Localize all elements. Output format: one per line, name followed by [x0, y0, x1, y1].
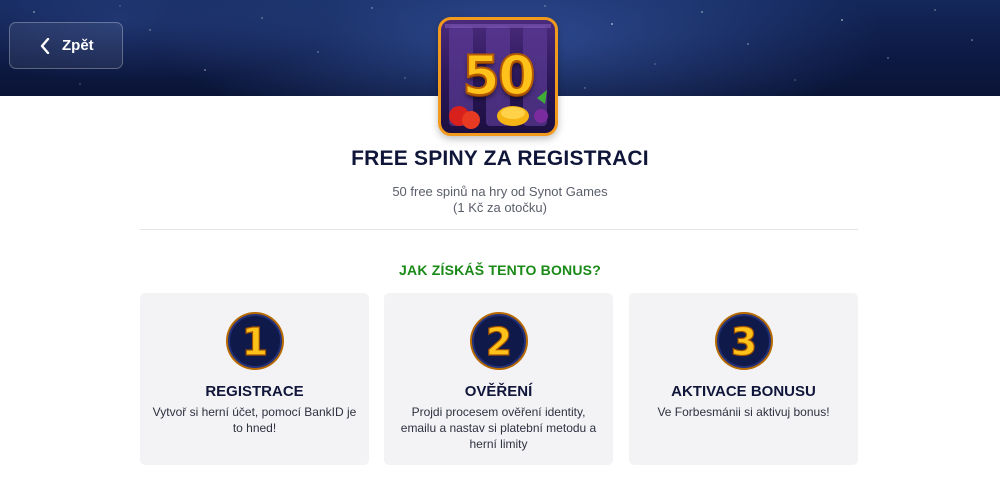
step-number-3: 3: [731, 320, 757, 364]
back-button[interactable]: Zpět: [9, 22, 123, 69]
bonus-game-badge: 50: [438, 17, 558, 136]
step-card-activation: 3 AKTIVACE BONUSU Ve Forbesmánii si akti…: [629, 293, 858, 465]
offer-title: FREE SPINY ZA REGISTRACI: [351, 147, 649, 170]
back-button-label: Zpět: [62, 37, 94, 54]
step-number-1-icon: 1: [226, 312, 284, 370]
offer-subtitle-line1: 50 free spinů na hry od Synot Games: [392, 184, 608, 199]
steps-heading: JAK ZÍSKÁŠ TENTO BONUS?: [399, 262, 601, 278]
offer-subtitle: 50 free spinů na hry od Synot Games (1 K…: [0, 184, 1000, 216]
step-number-1: 1: [242, 320, 268, 364]
step-title: AKTIVACE BONUSU: [671, 383, 816, 400]
step-description: Vytvoř si herní účet, pomocí BankID je t…: [152, 405, 357, 435]
step-description: Projdi procesem ověření identity, emailu…: [400, 405, 597, 451]
offer-subtitle-line2: (1 Kč za otočku): [453, 200, 547, 215]
step-card-registration: 1 REGISTRACE Vytvoř si herní účet, pomoc…: [140, 293, 369, 465]
step-title: OVĚŘENÍ: [464, 383, 533, 400]
step-card-verification: 2 OVĚŘENÍ Projdi procesem ověření identi…: [384, 293, 613, 465]
step-number-3-icon: 3: [715, 312, 773, 370]
step-description: Ve Forbesmánii si aktivuj bonus!: [657, 405, 830, 419]
step-number-2: 2: [486, 320, 512, 364]
badge-number: 50: [461, 44, 536, 107]
step-number-2-icon: 2: [470, 312, 528, 370]
section-divider: [140, 229, 858, 230]
chevron-left-icon: [40, 37, 50, 54]
step-title: REGISTRACE: [205, 383, 304, 400]
